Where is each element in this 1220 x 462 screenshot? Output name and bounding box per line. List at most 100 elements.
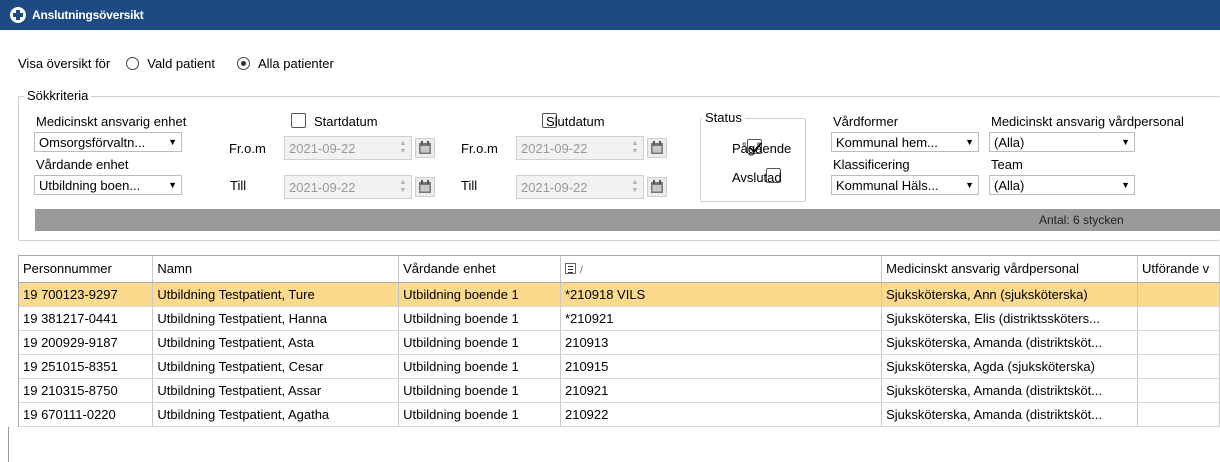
start-from-date-input[interactable]: 2021-09-22 ▲ ▼ [284,136,412,160]
care-forms-select[interactable]: Kommunal hem... ▼ [831,132,979,152]
column-header-utforande[interactable]: Utförande v [1137,256,1220,283]
cell-personal: Sjuksköterska, Amanda (distriktsköt... [881,330,1138,355]
sort-marker: / [579,265,583,277]
care-unit-select[interactable]: Utbildning boen... ▼ [34,175,182,195]
end-date-label: Slutdatum [546,114,605,129]
classification-select[interactable]: Kommunal Häls... ▼ [831,175,979,195]
med-unit-select[interactable]: Omsorgsförvaltn... ▼ [34,132,182,152]
radio-selected-patient-label[interactable]: Vald patient [147,56,215,71]
start-date-checkbox[interactable] [291,113,306,128]
team-select[interactable]: (Alla) ▼ [989,175,1135,195]
cell-utf [1137,354,1220,379]
column-header-personal[interactable]: Medicinskt ansvarig vårdpersonal [881,256,1138,283]
cell-utf [1137,330,1220,355]
cell-kod: 210922 [560,402,883,427]
team-value: (Alla) [994,177,1025,193]
cell-personnummer: 19 381217-0441 [19,306,154,331]
results-table: Personnummer Namn Vårdande enhet / Medic… [19,256,1220,427]
column-chooser-icon[interactable] [564,263,576,275]
cell-enhet: Utbildning boende 1 [398,354,561,379]
cell-enhet: Utbildning boende 1 [398,402,561,427]
spin-arrows-icon[interactable]: ▲ ▼ [631,179,639,195]
cell-namn: Utbildning Testpatient, Agatha [152,402,400,427]
table-row[interactable]: 19 670111-0220 Utbildning Testpatient, Ag… [19,402,1220,427]
cell-kod: 210915 [560,354,883,379]
chevron-down-icon: ▼ [1121,180,1130,190]
radio-all-patients-label[interactable]: Alla patienter [258,56,334,71]
cell-kod: *210918 VILS [560,282,883,307]
chevron-down-icon: ▼ [965,137,974,147]
table-row[interactable]: 19 251015-8351 Utbildning Testpatient, Ce… [19,354,1220,379]
window-title: Anslutningsöversikt [32,8,144,22]
end-from-date-input[interactable]: 2021-09-22 ▲ ▼ [516,136,644,160]
cell-kod: 210921 [560,378,883,403]
cell-utf [1137,378,1220,403]
cell-personal: Sjuksköterska, Ann (sjuksköterska) [881,282,1138,307]
cell-personnummer: 19 670111-0220 [19,402,154,427]
cell-enhet: Utbildning boende 1 [398,282,561,307]
spin-arrows-icon[interactable]: ▲ ▼ [631,140,639,156]
table-row[interactable]: 19 210315-8750 Utbildning Testpatient, As… [19,378,1220,403]
radio-selected-patient[interactable] [126,57,140,70]
count-bar: Antal: 6 stycken [35,209,1220,231]
spin-arrows-icon[interactable]: ▲ ▼ [399,179,407,195]
table-row[interactable]: 19 700123-9297 Utbildning Testpatient, Tu… [19,282,1220,307]
calendar-icon [651,141,663,154]
column-header-namn[interactable]: Namn [152,256,400,283]
calendar-icon [419,180,431,193]
start-to-calendar-button[interactable] [415,177,435,197]
column-header-personnummer[interactable]: Personnummer [19,256,154,283]
cell-namn: Utbildning Testpatient, Ture [152,282,400,307]
start-date-label: Startdatum [314,114,378,129]
med-staff-select[interactable]: (Alla) ▼ [989,132,1135,152]
cell-enhet: Utbildning boende 1 [398,378,561,403]
cell-kod: *210921 [560,306,883,331]
cell-enhet: Utbildning boende 1 [398,330,561,355]
cell-utf [1137,282,1220,307]
end-from-calendar-button[interactable] [647,138,667,158]
spin-arrows-icon[interactable]: ▲ ▼ [399,140,407,156]
title-bar: Anslutningsöversikt [0,0,1220,30]
radio-all-patients[interactable] [236,57,250,70]
care-forms-label: Vårdformer [833,114,899,129]
cell-personnummer: 19 700123-9297 [19,282,154,307]
care-unit-value: Utbildning boen... [39,177,141,193]
care-forms-value: Kommunal hem... [836,134,938,150]
med-unit-value: Omsorgsförvaltn... [39,134,146,150]
end-from-date-value: 2021-09-22 [521,140,588,156]
status-finished-label: Avslutad [732,170,782,185]
classification-label: Klassificering [833,157,910,172]
column-header-code[interactable]: / [560,256,883,283]
start-from-calendar-button[interactable] [415,138,435,158]
cell-personnummer: 19 200929-9187 [19,330,154,355]
start-to-label: Till [230,178,247,193]
cell-personal: Sjuksköterska, Elis (distriktssköters... [881,306,1138,331]
overview-selector: Visa översikt för Vald patient Alla pati… [18,56,356,71]
cell-namn: Utbildning Testpatient, Asta [152,330,400,355]
cell-utf [1137,402,1220,427]
cell-personal: Sjuksköterska, Amanda (distriktsköt... [881,378,1138,403]
table-row[interactable]: 19 381217-0441 Utbildning Testpatient, Ha… [19,306,1220,331]
cell-personal: Sjuksköterska, Agda (sjuksköterska) [881,354,1138,379]
end-from-label: Fr.o.m [461,141,498,156]
column-header-enhet[interactable]: Vårdande enhet [398,256,561,283]
status-title: Status [702,110,745,125]
count-text: Antal: 6 stycken [1039,213,1124,227]
end-to-date-input[interactable]: 2021-09-22 ▲ ▼ [516,175,644,199]
end-to-calendar-button[interactable] [647,177,667,197]
cell-personal: Sjuksköterska, Amanda (distriktsköt... [881,402,1138,427]
chevron-down-icon: ▼ [965,180,974,190]
calendar-icon [419,141,431,154]
start-to-date-input[interactable]: 2021-09-22 ▲ ▼ [284,175,412,199]
table-header-row: Personnummer Namn Vårdande enhet / Medic… [19,256,1220,283]
med-staff-value: (Alla) [994,134,1025,150]
end-to-date-value: 2021-09-22 [521,179,588,195]
med-staff-label: Medicinskt ansvarig vårdpersonal [991,114,1184,129]
cell-utf [1137,306,1220,331]
end-to-label: Till [461,178,478,193]
calendar-icon [651,180,663,193]
table-row[interactable]: 19 200929-9187 Utbildning Testpatient, As… [19,330,1220,355]
med-unit-label: Medicinskt ansvarig enhet [36,114,187,129]
results-grid: Personnummer Namn Vårdande enhet / Medic… [18,255,1220,427]
chevron-down-icon: ▼ [1121,137,1130,147]
